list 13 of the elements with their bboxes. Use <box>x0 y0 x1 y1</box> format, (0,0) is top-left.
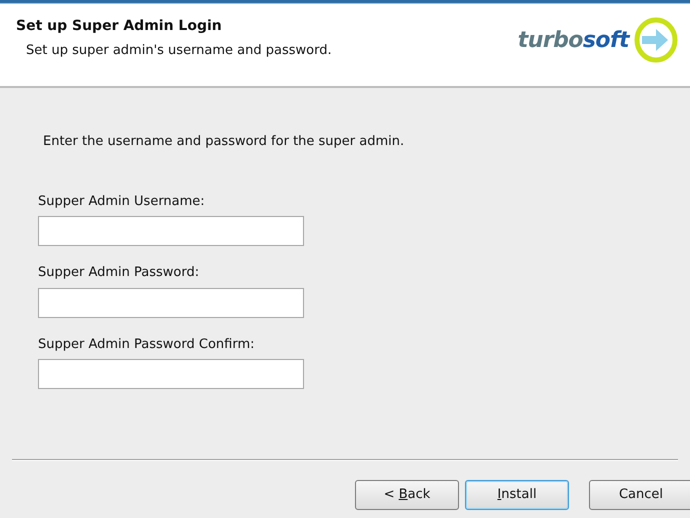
page-subtitle: Set up super admin's username and password. <box>26 42 332 60</box>
page-title: Set up Super Admin Login <box>16 17 223 36</box>
field-label: Supper Admin Username: <box>38 192 206 210</box>
logo: turbosoft <box>518 16 678 64</box>
dialog-button[interactable]: < Back <box>355 480 459 510</box>
input-field[interactable] <box>38 216 304 246</box>
field-label: Supper Admin Password: <box>38 264 200 282</box>
input-field[interactable] <box>38 359 304 389</box>
input-field[interactable] <box>38 288 304 318</box>
dialog-button[interactable]: Install <box>465 480 569 510</box>
field-label: Supper Admin Password Confirm: <box>38 336 256 354</box>
instruction-text: Enter the username and password for the super admin. <box>43 133 406 151</box>
dialog-button[interactable]: Cancel <box>589 480 690 510</box>
